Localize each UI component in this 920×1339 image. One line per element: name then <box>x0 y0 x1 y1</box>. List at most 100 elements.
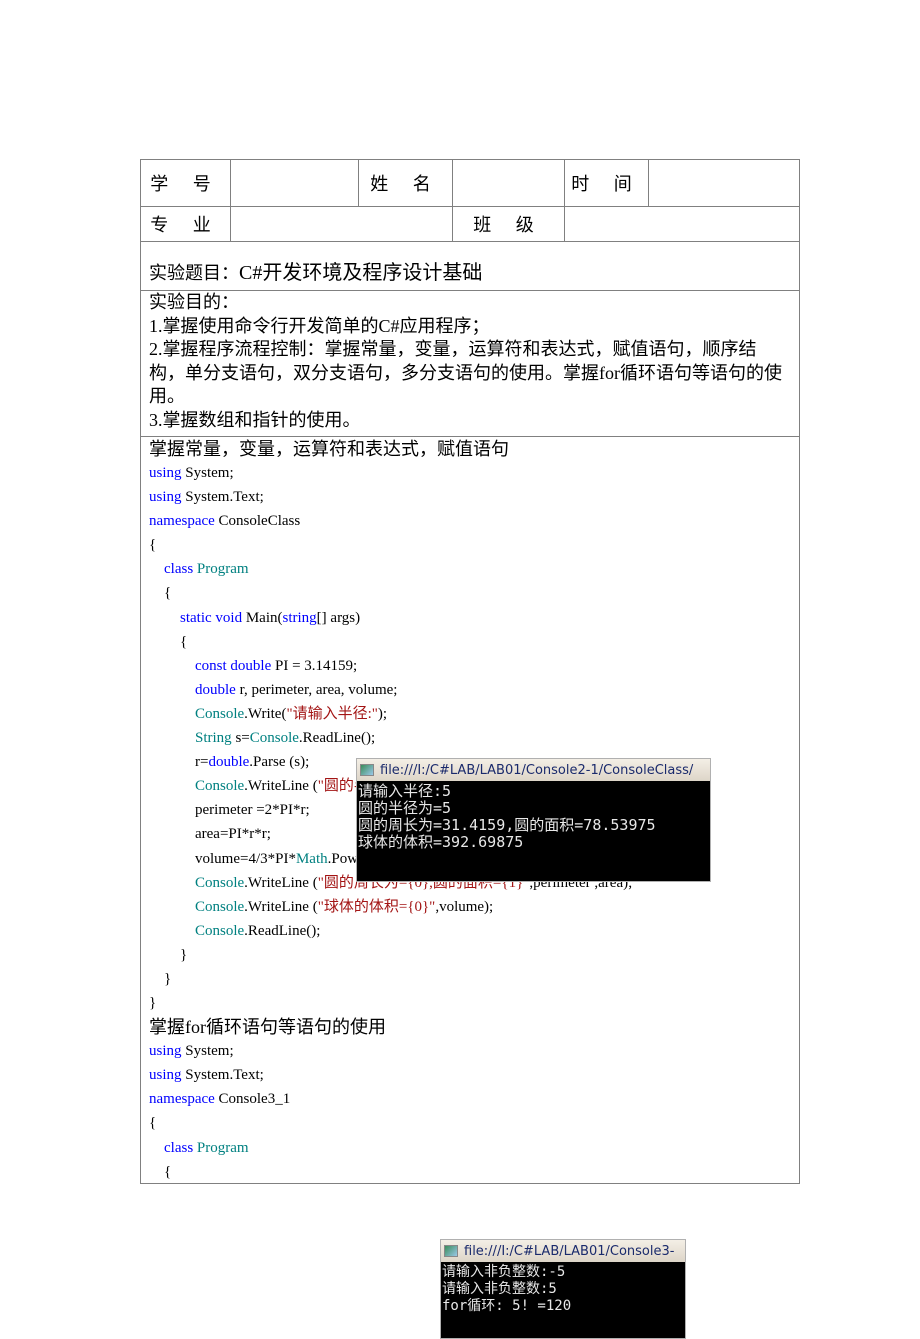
code-line: double r, perimeter, area, volume; <box>149 678 632 702</box>
code-text: PI = 3.14159; <box>271 657 358 674</box>
code-type: Console <box>195 705 245 722</box>
code-text: .WriteLine ( <box>244 898 318 915</box>
code-line: using System.Text; <box>149 485 632 509</box>
console-app-icon <box>444 1245 458 1257</box>
lab-report-table: 学 号 姓 名 时 间 专 业 班 级 实验题目：C#开发环境及程序设计基础 实… <box>140 159 800 1339</box>
code-type: Console <box>249 730 299 747</box>
code-text: .Parse (s); <box>249 754 310 771</box>
major-label: 专 业 <box>141 207 231 241</box>
code-line: using System.Text; <box>149 1063 632 1087</box>
code-text: .WriteLine ( <box>244 778 318 795</box>
code-keyword: const double <box>195 657 272 674</box>
code-text: Main( <box>242 609 283 626</box>
name-field[interactable] <box>453 160 565 206</box>
purpose-item: 1.掌握使用命令行开发简单的C#应用程序； <box>149 315 490 336</box>
code-line: } <box>164 970 172 987</box>
console-app-icon <box>360 764 374 776</box>
code-type: String <box>195 730 232 747</box>
code-line: class Program <box>149 1136 632 1160</box>
code-line: { <box>164 1163 172 1180</box>
student-id-field[interactable] <box>231 160 359 206</box>
console-line: 圆的周长为=31.4159,圆的面积=78.53975 <box>358 816 656 834</box>
code-line: namespace ConsoleClass <box>149 509 632 533</box>
purpose-label: 实验目的： <box>149 292 239 312</box>
code-text: ConsoleClass <box>214 513 301 530</box>
experiment-title-value: C#开发环境及程序设计基础 <box>239 262 483 284</box>
time-label: 时 间 <box>565 160 649 206</box>
class-label: 班 级 <box>453 207 565 241</box>
code-line: namespace Console3_1 <box>149 1087 632 1111</box>
code-text: System; <box>181 465 234 481</box>
console-line: 请输入非负整数:-5 <box>442 1264 566 1280</box>
code-text: .ReadLine(); <box>298 730 376 747</box>
code-keyword: double <box>195 681 236 698</box>
code-keyword: using <box>149 1043 182 1060</box>
console-line: 请输入非负整数:5 <box>442 1281 557 1297</box>
code-text: .Write( <box>244 705 287 722</box>
experiment-title: 实验题目：C#开发环境及程序设计基础 <box>149 256 482 285</box>
time-field[interactable] <box>649 160 799 206</box>
code-type: Console <box>195 898 245 915</box>
code-keyword: namespace <box>149 1091 215 1108</box>
console-output: 请输入半径:5 圆的半径为=5 圆的周长为=31.4159,圆的面积=78.5397… <box>357 781 710 851</box>
code-text: ,volume); <box>435 898 494 915</box>
console-screenshot-1: file:///I:/C#LAB/LAB01/Console2-1/Consol… <box>356 758 711 882</box>
purpose-item: 2.掌握程序流程控制：掌握常量，变量，运算符和表达式，赋值语句，顺序结构，单分支… <box>149 339 782 406</box>
code-text: s= <box>231 730 250 747</box>
code-keyword: static void <box>180 609 243 626</box>
code-keyword: using <box>149 465 182 481</box>
code-keyword: namespace <box>149 513 215 530</box>
experiment-purpose: 实验目的： 1.掌握使用命令行开发简单的C#应用程序； 2.掌握程序流程控制：掌… <box>149 291 789 432</box>
experiment-content-row: 掌握常量，变量，运算符和表达式，赋值语句 using System; using… <box>141 437 799 1339</box>
code-text: System.Text; <box>181 1067 264 1084</box>
major-field[interactable] <box>231 207 453 241</box>
experiment-title-label: 实验题目： <box>149 263 239 283</box>
section1-heading: 掌握常量，变量，运算符和表达式，赋值语句 <box>149 439 509 459</box>
code-line: } <box>180 946 188 963</box>
code-text: [] args) <box>316 609 361 626</box>
code-string: "请输入半径:" <box>286 705 378 722</box>
purpose-item: 3.掌握数组和指针的使用。 <box>149 409 361 430</box>
code-line: using System; <box>149 1039 632 1063</box>
code-keyword: using <box>149 489 182 506</box>
code-keyword: string <box>282 609 317 626</box>
code-line: static void Main(string[] args) <box>149 606 632 630</box>
class-field[interactable] <box>565 207 799 241</box>
console-screenshot-2: file:///I:/C#LAB/LAB01/Console3- 请输入非负整数… <box>440 1239 686 1339</box>
code-keyword: using <box>149 1067 182 1084</box>
code-text: r, perimeter, area, volume; <box>235 681 398 698</box>
experiment-title-row: 实验题目：C#开发环境及程序设计基础 <box>141 242 799 291</box>
code-type: Program <box>193 1139 249 1156</box>
student-id-label: 学 号 <box>141 160 231 206</box>
code-line: const double PI = 3.14159; <box>149 654 632 678</box>
console-titlebar: file:///I:/C#LAB/LAB01/Console2-1/Consol… <box>357 759 710 781</box>
code-text: .ReadLine(); <box>244 922 321 939</box>
code-text: volume=4/3*PI* <box>195 850 296 867</box>
code-text: System; <box>181 1043 234 1060</box>
code-line: { <box>164 585 172 602</box>
code-line: Console.Write("请输入半径:"); <box>149 702 632 726</box>
code-line: using System; <box>149 461 632 485</box>
section2-heading: 掌握for循环语句等语句的使用 <box>149 1017 386 1038</box>
code-keyword: double <box>208 754 250 771</box>
code-type: Program <box>193 561 249 578</box>
code-string: "球体的体积={0}" <box>317 898 436 915</box>
code-line: String s=Console.ReadLine(); <box>149 726 632 750</box>
code-text: r= <box>195 754 209 771</box>
code-line: class Program <box>149 557 632 581</box>
code-line: Console.ReadLine(); <box>149 919 632 943</box>
console-line: 请输入半径:5 <box>358 782 452 800</box>
code-line: { <box>180 633 188 650</box>
console-titlebar: file:///I:/C#LAB/LAB01/Console3- <box>441 1240 685 1262</box>
console-output: 请输入非负整数:-5 请输入非负整数:5 for循环: 5! =120 <box>441 1262 685 1315</box>
code-type: Console <box>195 778 245 795</box>
code-text: Console3_1 <box>214 1091 291 1108</box>
code-text: .WriteLine ( <box>244 874 318 891</box>
code-text: System.Text; <box>181 489 264 506</box>
code-text: ); <box>377 705 388 722</box>
code-keyword: class <box>164 1139 194 1156</box>
code-type: Math <box>295 850 328 867</box>
name-label: 姓 名 <box>359 160 453 206</box>
code-line: { <box>149 537 157 554</box>
console-line: 球体的体积=392.69875 <box>358 833 524 851</box>
